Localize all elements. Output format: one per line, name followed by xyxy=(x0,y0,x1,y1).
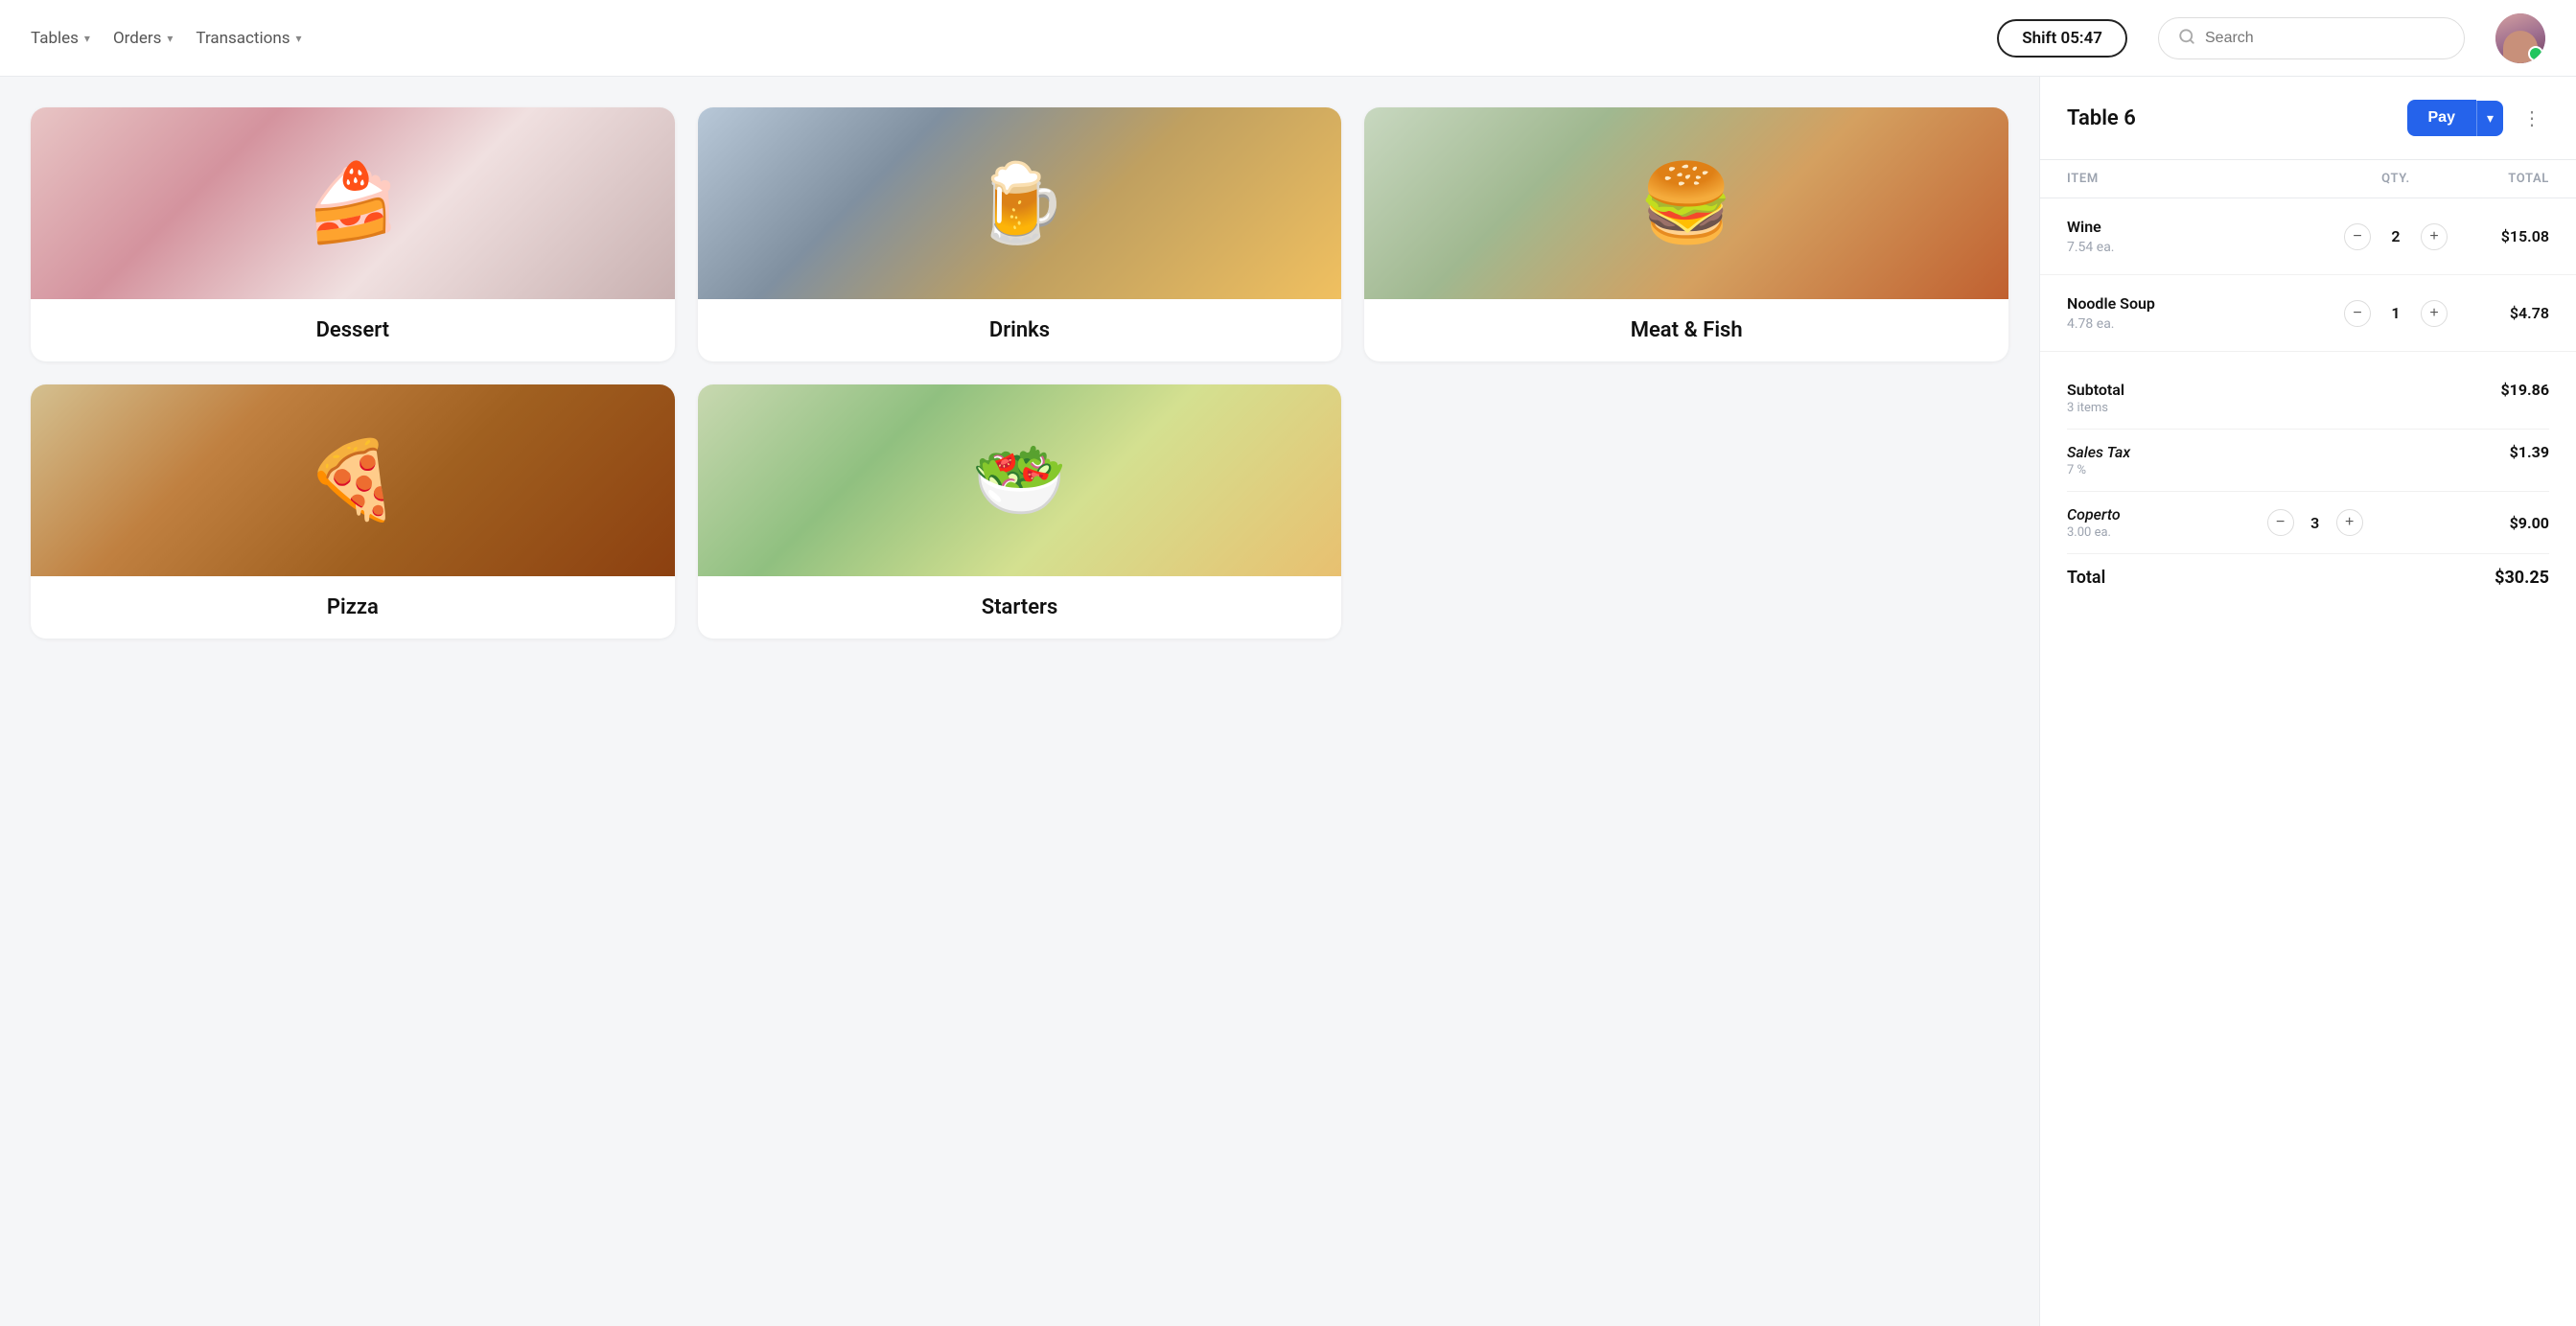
coperto-increase-button[interactable]: + xyxy=(2336,509,2363,536)
header: Tables ▾ Orders ▾ Transactions ▾ Shift 0… xyxy=(0,0,2576,77)
tax-amount: $1.39 xyxy=(2510,443,2549,461)
categories-panel: Dessert Drinks Meat & Fish Pizza Starter… xyxy=(0,77,2039,1326)
wine-price: 7.54 ea. xyxy=(2067,240,2338,255)
search-icon xyxy=(2178,28,2195,49)
noodle-soup-price: 4.78 ea. xyxy=(2067,316,2338,332)
tables-chevron-icon: ▾ xyxy=(84,32,90,45)
wine-info: Wine 7.54 ea. xyxy=(2067,218,2338,255)
tax-label: Sales Tax xyxy=(2067,443,2130,461)
pay-dropdown-button[interactable]: ▾ xyxy=(2476,101,2503,136)
order-header: Table 6 Pay ▾ ⋮ xyxy=(2040,77,2576,160)
noodle-soup-increase-button[interactable]: + xyxy=(2421,300,2448,327)
dessert-label: Dessert xyxy=(31,299,675,361)
category-dessert[interactable]: Dessert xyxy=(31,107,675,361)
avatar[interactable] xyxy=(2495,13,2545,63)
more-options-button[interactable]: ⋮ xyxy=(2515,103,2549,134)
coperto-decrease-button[interactable]: − xyxy=(2267,509,2294,536)
meat-fish-label: Meat & Fish xyxy=(1364,299,2008,361)
total-row: Total $30.25 xyxy=(2067,554,2549,601)
tax-sub: 7 % xyxy=(2067,463,2130,477)
order-item-noodle-soup: Noodle Soup 4.78 ea. − 1 + $4.78 xyxy=(2040,275,2576,352)
subtotal-row: Subtotal 3 items $19.86 xyxy=(2067,367,2549,430)
coperto-sub: 3.00 ea. xyxy=(2067,525,2121,540)
nav-tables[interactable]: Tables ▾ xyxy=(31,29,90,48)
pay-button[interactable]: Pay xyxy=(2407,100,2476,136)
table-title: Table 6 xyxy=(2067,106,2136,130)
order-columns-header: ITEM QTY. TOTAL xyxy=(2040,160,2576,198)
wine-qty: 2 xyxy=(2386,227,2405,245)
pizza-label: Pizza xyxy=(31,576,675,639)
coperto-row: Coperto 3.00 ea. − 3 + $9.00 xyxy=(2067,492,2549,554)
category-meat-fish[interactable]: Meat & Fish xyxy=(1364,107,2008,361)
search-input[interactable] xyxy=(2205,30,2445,47)
wine-decrease-button[interactable]: − xyxy=(2344,223,2371,250)
starters-image xyxy=(698,384,1342,576)
transactions-chevron-icon: ▾ xyxy=(295,32,301,45)
main-nav: Tables ▾ Orders ▾ Transactions ▾ xyxy=(31,29,1966,48)
nav-transactions[interactable]: Transactions ▾ xyxy=(196,29,301,48)
coperto-qty: 3 xyxy=(2306,514,2325,532)
pizza-image xyxy=(31,384,675,576)
coperto-label: Coperto xyxy=(2067,505,2121,523)
noodle-soup-total: $4.78 xyxy=(2453,304,2549,322)
subtotal-label: Subtotal xyxy=(2067,381,2124,399)
subtotal-amount: $19.86 xyxy=(2500,381,2549,399)
col-item-label: ITEM xyxy=(2067,172,2338,186)
order-header-actions: Pay ▾ ⋮ xyxy=(2407,100,2550,136)
drinks-label: Drinks xyxy=(698,299,1342,361)
order-summary: Subtotal 3 items $19.86 Sales Tax 7 % $1… xyxy=(2040,352,2576,616)
categories-grid: Dessert Drinks Meat & Fish Pizza Starter… xyxy=(31,107,2008,639)
total-label: Total xyxy=(2067,568,2105,588)
category-starters[interactable]: Starters xyxy=(698,384,1342,639)
total-amount: $30.25 xyxy=(2495,568,2549,588)
category-drinks[interactable]: Drinks xyxy=(698,107,1342,361)
meat-fish-image xyxy=(1364,107,2008,299)
tax-info: Sales Tax 7 % xyxy=(2067,443,2130,477)
coperto-qty-control: − 3 + xyxy=(2267,509,2363,536)
order-panel: Table 6 Pay ▾ ⋮ ITEM QTY. TOTAL Wine 7.5… xyxy=(2039,77,2576,1326)
nav-orders-label: Orders xyxy=(113,29,161,48)
tax-row: Sales Tax 7 % $1.39 xyxy=(2067,430,2549,492)
col-qty-label: QTY. xyxy=(2338,172,2453,186)
noodle-soup-qty: 1 xyxy=(2386,304,2405,322)
noodle-soup-info: Noodle Soup 4.78 ea. xyxy=(2067,294,2338,332)
coperto-amount: $9.00 xyxy=(2510,514,2549,532)
order-item-wine: Wine 7.54 ea. − 2 + $15.08 xyxy=(2040,198,2576,275)
pay-button-group: Pay ▾ xyxy=(2407,100,2504,136)
dessert-image xyxy=(31,107,675,299)
nav-tables-label: Tables xyxy=(31,29,79,48)
wine-qty-control: − 2 + xyxy=(2338,223,2453,250)
starters-label: Starters xyxy=(698,576,1342,639)
noodle-soup-decrease-button[interactable]: − xyxy=(2344,300,2371,327)
nav-transactions-label: Transactions xyxy=(196,29,290,48)
orders-chevron-icon: ▾ xyxy=(167,32,173,45)
category-pizza[interactable]: Pizza xyxy=(31,384,675,639)
col-total-label: TOTAL xyxy=(2453,172,2549,186)
coperto-info: Coperto 3.00 ea. xyxy=(2067,505,2121,540)
wine-name: Wine xyxy=(2067,218,2338,236)
nav-orders[interactable]: Orders ▾ xyxy=(113,29,173,48)
drinks-image xyxy=(698,107,1342,299)
subtotal-info: Subtotal 3 items xyxy=(2067,381,2124,415)
search-bar[interactable] xyxy=(2158,17,2465,59)
wine-total: $15.08 xyxy=(2453,227,2549,245)
wine-increase-button[interactable]: + xyxy=(2421,223,2448,250)
subtotal-sub: 3 items xyxy=(2067,401,2124,415)
noodle-soup-qty-control: − 1 + xyxy=(2338,300,2453,327)
shift-badge: Shift 05:47 xyxy=(1997,19,2127,58)
main-layout: Dessert Drinks Meat & Fish Pizza Starter… xyxy=(0,77,2576,1326)
noodle-soup-name: Noodle Soup xyxy=(2067,294,2338,313)
